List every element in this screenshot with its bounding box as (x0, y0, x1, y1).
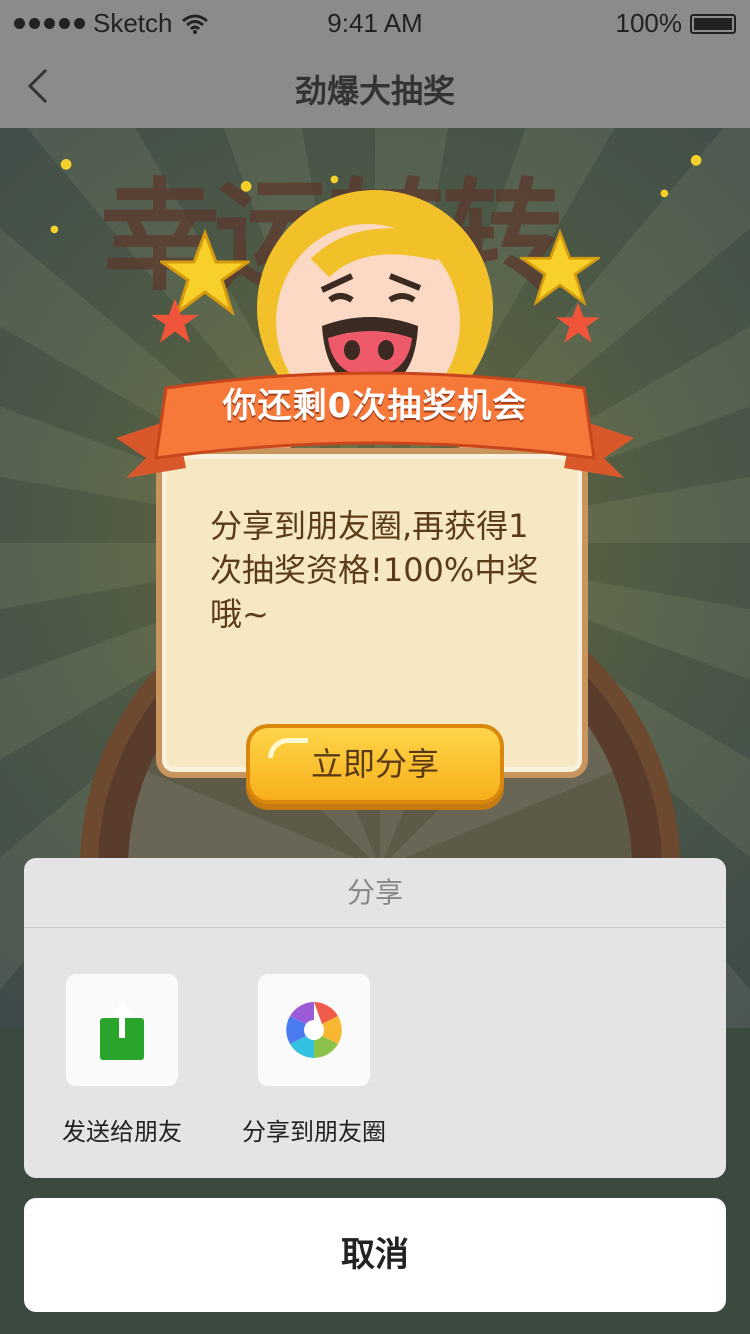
nav-bar: 劲爆大抽奖 (0, 44, 750, 128)
share-moments-label: 分享到朋友圈 (242, 1118, 386, 1146)
share-friend-tile[interactable] (66, 974, 178, 1086)
sheet-title: 分享 (24, 858, 726, 928)
battery-icon (690, 13, 736, 34)
share-moments-tile[interactable] (258, 974, 370, 1086)
page-title: 劲爆大抽奖 (294, 72, 455, 110)
share-now-button[interactable]: 立即分享 (246, 724, 504, 804)
popup-message: 分享到朋友圈,再获得1次抽奖资格!100%中奖哦~ (210, 507, 539, 633)
red-star-left-icon (151, 298, 199, 343)
share-now-label: 立即分享 (310, 745, 439, 783)
moments-aperture-icon (286, 1002, 342, 1058)
cancel-button[interactable]: 取消 (24, 1198, 726, 1312)
red-star-right-icon (556, 302, 600, 343)
battery-info: 100% (615, 8, 736, 39)
share-upload-icon (100, 1002, 144, 1060)
battery-percent: 100% (615, 8, 683, 38)
share-option-moments[interactable]: 分享到朋友圈 (234, 974, 394, 1147)
lottery-popup: ● ● ● ● ● ● 分享到朋友圈,再获得1次抽奖资格!100%中奖哦~ 你还… (0, 128, 750, 828)
status-bar: Sketch 9:41 AM 100% (0, 0, 750, 44)
banner-text: 你还剩0次抽奖机会 (222, 386, 528, 426)
share-friend-label: 发送给朋友 (62, 1118, 182, 1146)
button-shine (268, 738, 308, 758)
star-right-icon (520, 228, 600, 307)
share-action-sheet: 分享 发送给朋友 分享到朋友圈 (24, 858, 726, 1178)
share-option-friend[interactable]: 发送给朋友 (42, 974, 202, 1147)
